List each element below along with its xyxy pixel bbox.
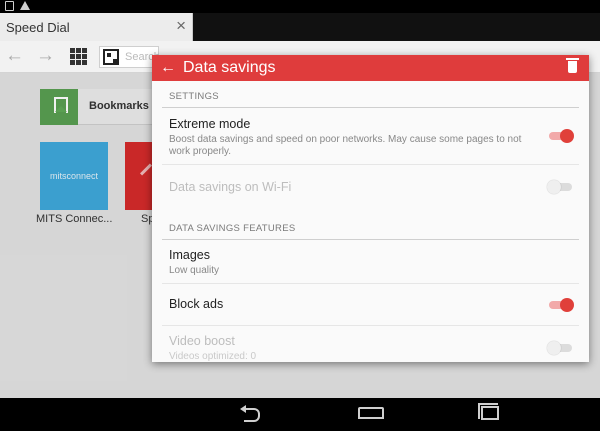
back-arrow-icon[interactable]: ← bbox=[5, 45, 24, 67]
row-subtitle: Boost data savings and speed on poor net… bbox=[169, 134, 522, 157]
trash-icon[interactable] bbox=[566, 58, 579, 73]
row-title: Data savings on Wi-Fi bbox=[169, 180, 292, 194]
forward-arrow-icon[interactable]: → bbox=[36, 45, 55, 67]
row-title: Video boost bbox=[169, 334, 235, 348]
section-title-features: DATA SAVINGS FEATURES bbox=[169, 223, 296, 234]
panel-header: ← Data savings bbox=[152, 55, 589, 81]
row-divider bbox=[162, 164, 579, 165]
extreme-mode-toggle[interactable] bbox=[547, 128, 574, 144]
data-savings-panel: ← Data savings SETTINGS Extreme mode Boo… bbox=[152, 55, 589, 362]
section-divider bbox=[162, 107, 579, 108]
system-recents-icon[interactable] bbox=[478, 403, 499, 420]
status-bar bbox=[0, 0, 600, 13]
close-icon[interactable]: × bbox=[176, 17, 186, 35]
row-divider bbox=[162, 325, 579, 326]
sd-card-icon bbox=[5, 1, 14, 11]
block-ads-toggle[interactable] bbox=[547, 297, 574, 313]
address-bar[interactable]: Search bbox=[99, 46, 160, 68]
speed-dial-grid-icon[interactable] bbox=[70, 48, 87, 65]
tab-speed-dial[interactable]: Speed Dial × bbox=[0, 13, 193, 41]
wifi-savings-toggle[interactable] bbox=[547, 179, 574, 195]
row-title: Images bbox=[169, 248, 210, 262]
row-subtitle: Videos optimized: 0 bbox=[169, 351, 257, 362]
tab-title: Speed Dial bbox=[6, 20, 70, 35]
back-arrow-icon[interactable]: ← bbox=[160, 58, 176, 78]
tab-strip: Speed Dial × bbox=[0, 13, 600, 41]
row-divider bbox=[162, 283, 579, 284]
panel-title: Data savings bbox=[183, 59, 276, 76]
video-boost-toggle[interactable] bbox=[547, 340, 574, 356]
section-title-settings: SETTINGS bbox=[169, 91, 219, 102]
section-divider bbox=[162, 239, 579, 240]
qr-code-icon[interactable] bbox=[103, 49, 119, 65]
warning-icon bbox=[20, 1, 30, 10]
system-home-icon[interactable] bbox=[358, 407, 384, 419]
system-back-icon[interactable] bbox=[240, 405, 260, 422]
system-nav-bar bbox=[0, 398, 600, 431]
row-title: Extreme mode bbox=[169, 117, 251, 131]
row-title: Block ads bbox=[169, 297, 224, 311]
row-subtitle: Low quality bbox=[169, 265, 220, 276]
